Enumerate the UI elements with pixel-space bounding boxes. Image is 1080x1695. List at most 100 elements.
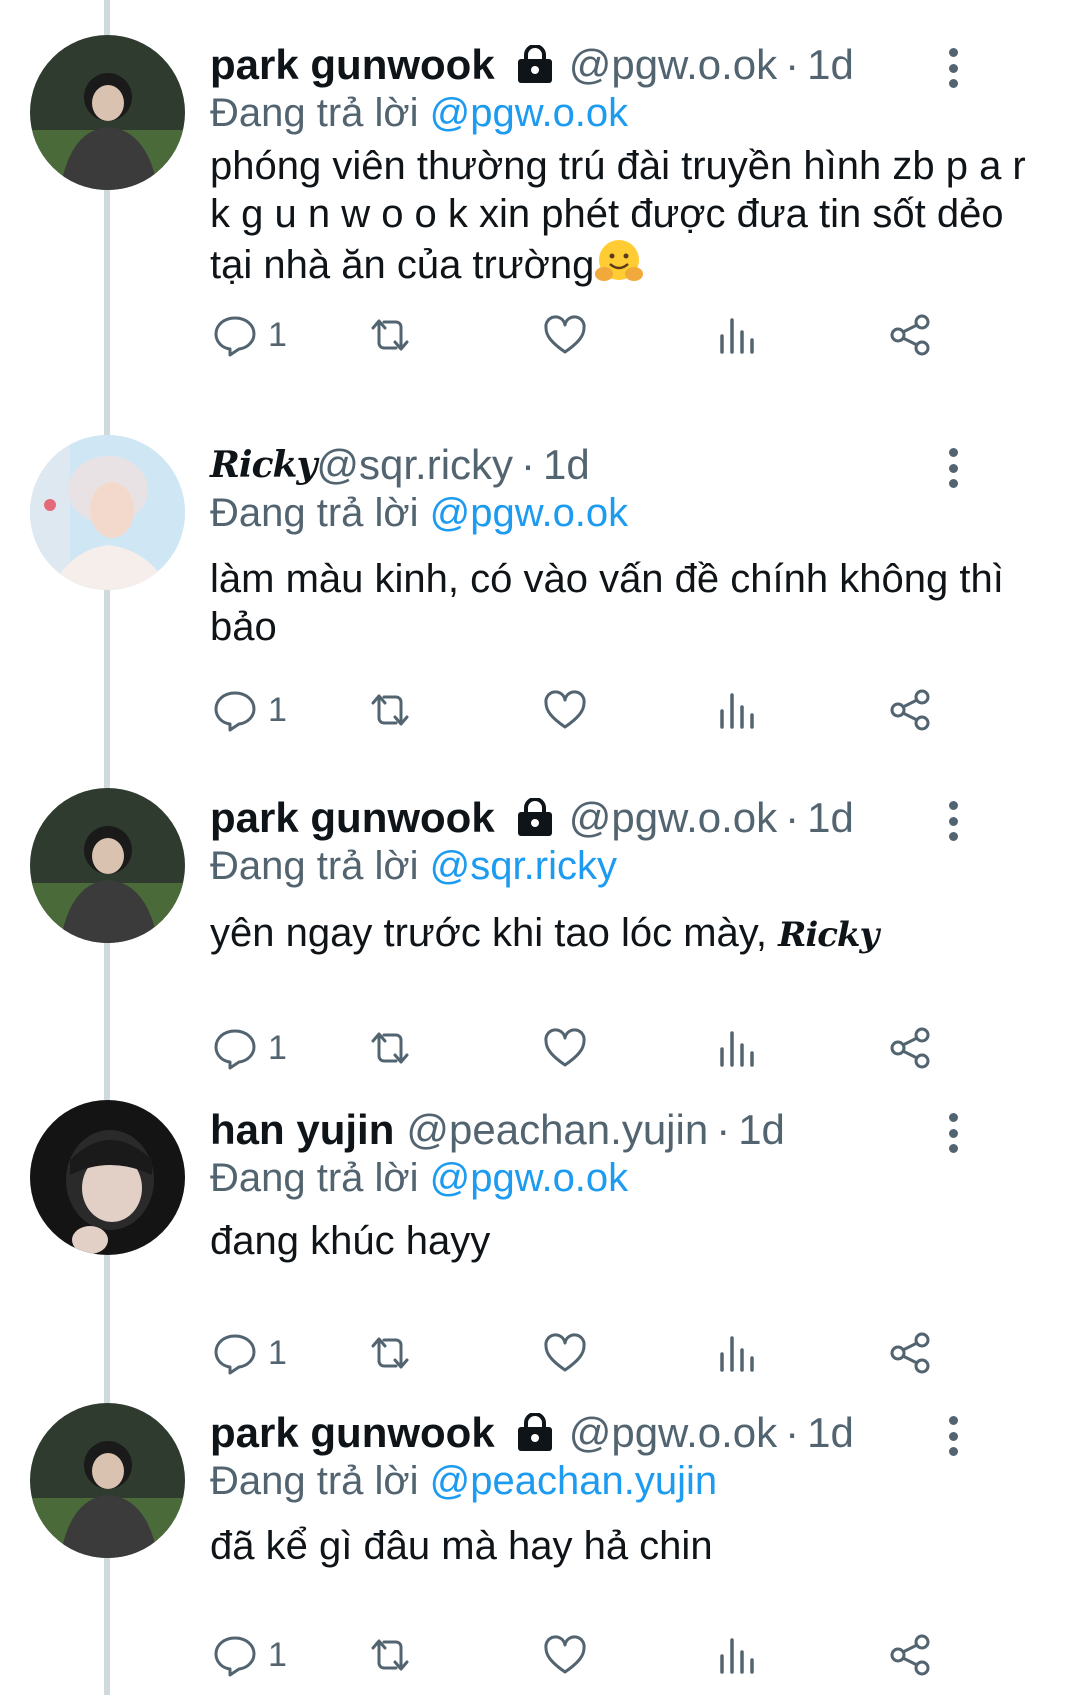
reply-prefix: Đang trả lời [210,1156,419,1200]
share-icon [890,314,930,356]
author-name[interactable]: park gunwook [210,793,495,843]
reply-mention-link[interactable]: @peachan.yujin [430,1459,717,1503]
author-handle[interactable]: @sqr.ricky [316,440,513,490]
tweet-header: han yujin @peachan.yujin · 1d [210,1105,785,1155]
avatar[interactable] [30,435,185,590]
more-options-icon[interactable] [938,448,968,488]
author-name[interactable]: Ricky [210,440,317,490]
reply-prefix: Đang trả lời [210,491,419,535]
reply-button[interactable]: 1 [212,685,287,735]
reply-mention-link[interactable]: @pgw.o.ok [430,491,629,535]
tweet-header: park gunwook @pgw.o.ok · 1d [210,40,854,90]
retweet-icon [371,319,409,351]
tweet-text-content: yên ngay trước khi tao lóc mày, [210,911,767,955]
author-handle[interactable]: @pgw.o.ok [569,40,777,90]
reply-mention-link[interactable]: @sqr.ricky [430,844,617,888]
more-options-icon[interactable] [938,801,968,841]
author-name[interactable]: han yujin [210,1105,394,1155]
avatar[interactable] [30,788,185,943]
retweet-button[interactable] [367,685,413,735]
timestamp[interactable]: 1d [738,1105,785,1155]
tweet-actions: 1 [212,1328,1012,1378]
like-button[interactable] [542,1328,588,1378]
reply-count: 1 [268,690,287,729]
more-options-icon[interactable] [938,1113,968,1153]
tweet-text: phóng viên thường trú đài truyền hình zb… [210,142,1045,289]
author-handle[interactable]: @pgw.o.ok [569,1408,777,1458]
tweet-text: đã kể gì đâu mà hay hả chin [210,1522,1045,1570]
tweet-text-content: đang khúc hayy [210,1219,491,1263]
tweet-text-content: đã kể gì đâu mà hay hả chin [210,1524,713,1568]
tweet-actions: 1 [212,1630,1012,1680]
timestamp[interactable]: 1d [543,440,590,490]
replying-to: Đang trả lời @pgw.o.ok [210,488,628,538]
retweet-button[interactable] [367,1630,413,1680]
like-button[interactable] [542,1023,588,1073]
avatar[interactable] [30,1100,185,1255]
views-button[interactable] [714,310,760,360]
heart-icon [544,1635,586,1674]
separator-dot: · [521,441,536,488]
author-handle[interactable]: @pgw.o.ok [569,793,777,843]
avatar[interactable] [30,1403,185,1558]
avatar[interactable] [30,35,185,190]
heart-icon [544,1333,586,1372]
retweet-icon [371,1639,409,1671]
more-options-icon[interactable] [938,1416,968,1456]
views-icon [720,1031,754,1067]
reply-button[interactable]: 1 [212,310,287,360]
views-button[interactable] [714,1023,760,1073]
share-button[interactable] [887,685,933,735]
share-button[interactable] [887,310,933,360]
reply-mention-link[interactable]: @pgw.o.ok [430,91,629,135]
tweet-header: Ricky @sqr.ricky · 1d [210,440,590,490]
replying-to: Đang trả lời @peachan.yujin [210,1456,717,1506]
retweet-icon [371,1337,409,1369]
tweet-text: làm màu kinh, có vào vấn đề chính không … [210,555,1045,651]
separator-dot: · [785,794,800,841]
timestamp[interactable]: 1d [807,40,854,90]
replying-to: Đang trả lời @pgw.o.ok [210,88,628,138]
reply-thread: park gunwook @pgw.o.ok · 1d Đang trả lời… [0,0,1080,1695]
reply-mention-link[interactable]: @pgw.o.ok [430,1156,629,1200]
tweet-text: đang khúc hayy [210,1217,1045,1265]
author-name[interactable]: park gunwook [210,40,495,90]
reply-count: 1 [268,1333,287,1372]
tweet-header: park gunwook @pgw.o.ok · 1d [210,1408,854,1458]
reply-button[interactable]: 1 [212,1023,287,1073]
share-button[interactable] [887,1328,933,1378]
heart-icon [544,690,586,729]
like-button[interactable] [542,310,588,360]
retweet-button[interactable] [367,1023,413,1073]
reply-count: 1 [268,315,287,354]
views-button[interactable] [714,1328,760,1378]
reply-icon [214,1029,256,1070]
views-icon [720,1336,754,1372]
tweet-actions: 1 [212,310,1012,360]
reply-prefix: Đang trả lời [210,91,419,135]
reply-icon [214,691,256,732]
reply-prefix: Đang trả lời [210,844,419,888]
timestamp[interactable]: 1d [807,1408,854,1458]
retweet-button[interactable] [367,310,413,360]
reply-prefix: Đang trả lời [210,1459,419,1503]
reply-button[interactable]: 1 [212,1328,287,1378]
author-handle[interactable]: @peachan.yujin [406,1105,708,1155]
views-button[interactable] [714,1630,760,1680]
like-button[interactable] [542,1630,588,1680]
reply-button[interactable]: 1 [212,1630,287,1680]
share-button[interactable] [887,1630,933,1680]
author-name[interactable]: park gunwook [210,1408,495,1458]
lock-icon [515,45,555,85]
share-button[interactable] [887,1023,933,1073]
timestamp[interactable]: 1d [807,793,854,843]
views-button[interactable] [714,685,760,735]
reply-icon [214,1636,256,1677]
hugging-face-emoji-icon [594,238,644,286]
like-button[interactable] [542,685,588,735]
tweet-text-content: làm màu kinh, có vào vấn đề chính không … [210,557,1004,649]
more-options-icon[interactable] [938,48,968,88]
share-icon [890,1634,930,1676]
views-icon [720,318,754,354]
retweet-button[interactable] [367,1328,413,1378]
